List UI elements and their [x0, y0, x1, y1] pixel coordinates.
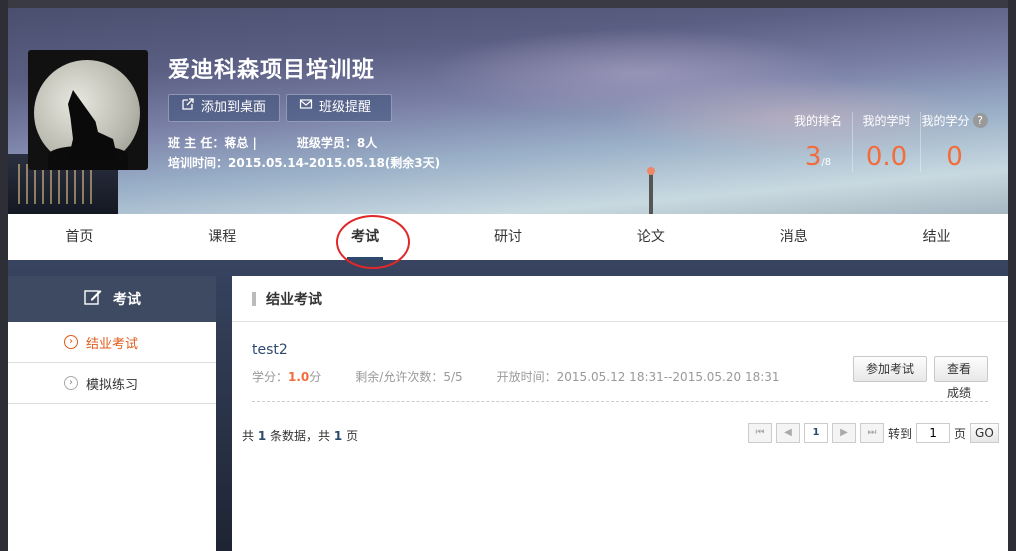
- records-label: 条数据，共: [270, 429, 331, 443]
- panel-title: 结业考试: [266, 291, 322, 308]
- my-stats: 我的排名 3/8 我的学时 0.0 我的学分 ? 0: [784, 112, 988, 172]
- stat-credits-label: 我的学分: [921, 113, 970, 128]
- head-teacher: 班 主 任：蒋总 |: [168, 136, 257, 150]
- prev-page-button[interactable]: ◀: [776, 423, 800, 443]
- sidebar-title: 考试: [113, 292, 141, 308]
- add-to-desktop-label: 添加到桌面: [201, 100, 267, 115]
- stat-hours: 我的学时 0.0: [852, 112, 920, 172]
- help-icon[interactable]: ?: [972, 112, 988, 128]
- class-reminder-button[interactable]: 班级提醒: [286, 94, 392, 122]
- stat-credits: 我的学分 ? 0: [920, 112, 988, 172]
- sidebar-item-label: 模拟练习: [86, 377, 139, 393]
- pages-label: 页: [346, 429, 359, 443]
- member-count: 班级学员：8人: [296, 136, 378, 150]
- sidebar-item-label: 结业考试: [86, 336, 139, 352]
- stat-credits-value: 0: [946, 142, 963, 172]
- exam-list-item: test2 学分：1.0分 剩余/允许次数：5/5 开放时间：2015.05.12 …: [252, 332, 988, 402]
- goto-page-input[interactable]: [916, 423, 951, 443]
- mail-icon: [299, 95, 313, 121]
- class-reminder-label: 班级提醒: [319, 100, 372, 115]
- page-unit-label: 页: [954, 426, 967, 441]
- banner-tower: [647, 167, 655, 214]
- exam-name-link[interactable]: test2: [252, 342, 288, 358]
- attempts: 剩余/允许次数：5/5: [355, 370, 463, 384]
- credit-label: 学分：: [252, 370, 289, 384]
- current-page-button[interactable]: 1: [804, 423, 828, 443]
- stat-credits-label-wrap: 我的学分 ?: [921, 112, 988, 128]
- chevron-right-icon: ›: [64, 376, 78, 390]
- tab-graduation[interactable]: 结业: [865, 214, 1008, 260]
- section-marker: [252, 291, 256, 306]
- class-header-banner: 爱迪科森项目培训班 添加到桌面 班级提醒 班 主 任：蒋总 | 班级学员：8人 培…: [8, 8, 1008, 214]
- total-pages: 1: [333, 429, 343, 443]
- summary-prefix: 共: [242, 429, 255, 443]
- view-score-button[interactable]: 查看成绩: [934, 356, 988, 400]
- credit-unit: 分: [309, 370, 322, 384]
- tab-discussion[interactable]: 研讨: [437, 214, 580, 260]
- class-avatar: [28, 50, 148, 170]
- credit-value: 1.0: [288, 370, 310, 384]
- panel-header: 结业考试: [232, 276, 1008, 322]
- first-page-button[interactable]: ⏮: [748, 423, 772, 443]
- external-link-icon: [181, 95, 195, 121]
- open-time: 开放时间：2015.05.12 18:31--2015.05.20 18:31: [496, 370, 780, 384]
- exam-sidebar: 考试 › 结业考试 › 模拟练习: [8, 276, 216, 551]
- tab-messages[interactable]: 消息: [722, 214, 865, 260]
- tab-papers[interactable]: 论文: [579, 214, 722, 260]
- stat-rank-label: 我的排名: [793, 113, 842, 128]
- go-button[interactable]: GO: [970, 423, 999, 443]
- training-time: 培训时间：2015.05.14-2015.05.18(剩余3天): [168, 156, 441, 170]
- sidebar-header: 考试: [8, 276, 216, 322]
- class-meta-line1: 班 主 任：蒋总 | 班级学员：8人: [168, 134, 377, 151]
- window-right-edge: [1008, 0, 1016, 551]
- stat-rank-value: 3/8: [804, 142, 832, 172]
- exam-panel: 结业考试 test2 学分：1.0分 剩余/允许次数：5/5 开放时间：2015.0…: [232, 276, 1008, 551]
- window-top-edge: [0, 0, 1016, 8]
- class-title: 爱迪科森项目培训班: [168, 58, 376, 83]
- goto-label: 转到: [888, 426, 913, 441]
- last-page-button[interactable]: ⏭: [860, 423, 884, 443]
- window-left-edge: [0, 0, 8, 551]
- chevron-right-icon: ›: [64, 335, 78, 349]
- add-to-desktop-button[interactable]: 添加到桌面: [168, 94, 280, 122]
- exam-meta: 学分：1.0分 剩余/允许次数：5/5 开放时间：2015.05.12 18:31-…: [252, 368, 780, 385]
- join-exam-button[interactable]: 参加考试: [853, 356, 928, 382]
- pagination: ⏮ ◀ 1 ▶ ⏭ 转到 页 GO: [748, 423, 999, 443]
- stat-hours-label: 我的学时: [862, 113, 911, 128]
- edit-icon: [83, 287, 103, 311]
- pagination-summary: 共 1 条数据，共 1 页: [242, 427, 358, 444]
- highlight-circle-annotation: [336, 215, 410, 269]
- sidebar-item-final-exam[interactable]: › 结业考试: [8, 322, 216, 363]
- next-page-button[interactable]: ▶: [832, 423, 856, 443]
- total-records: 1: [257, 429, 267, 443]
- stat-rank: 我的排名 3/8: [784, 112, 852, 173]
- main-nav: 首页 课程 考试 研讨 论文 消息 结业: [8, 214, 1008, 260]
- tab-home[interactable]: 首页: [8, 214, 151, 260]
- stat-hours-value: 0.0: [865, 142, 908, 172]
- tab-courses[interactable]: 课程: [151, 214, 294, 260]
- sidebar-item-practice[interactable]: › 模拟练习: [8, 363, 216, 404]
